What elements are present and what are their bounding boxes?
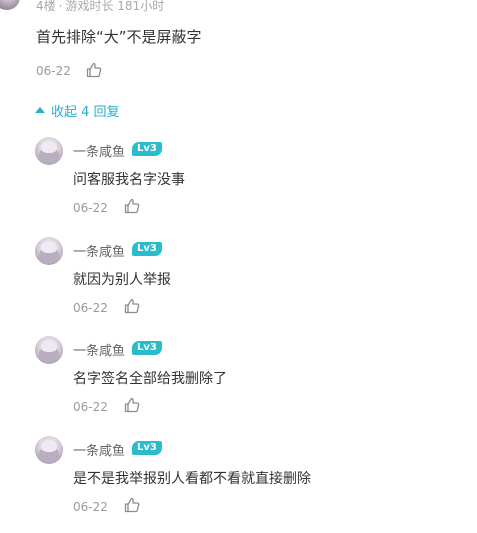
comment-text: 首先排除“大”不是屏蔽字 — [36, 28, 202, 46]
reply-item: 一条咸鱼 Lv3 问客服我名字没事 06-22 — [35, 137, 455, 227]
reply-date: 06-22 — [73, 301, 108, 315]
reply-item: 一条咸鱼 Lv3 名字签名全部给我删除了 06-22 — [35, 336, 455, 426]
reply-text: 问客服我名字没事 — [73, 172, 185, 188]
reply-text: 名字签名全部给我删除了 — [73, 371, 227, 387]
level-badge: Lv3 — [132, 142, 162, 156]
comment-date: 06-22 — [36, 64, 71, 78]
avatar[interactable] — [35, 137, 63, 165]
avatar[interactable] — [35, 436, 63, 464]
reply-date: 06-22 — [73, 500, 108, 514]
reply-date: 06-22 — [73, 400, 108, 414]
collapse-replies-button[interactable]: 收起 4 回复 — [35, 101, 120, 120]
avatar[interactable] — [35, 237, 63, 265]
thumbs-up-icon[interactable] — [124, 397, 140, 413]
username[interactable]: 一条咸鱼 — [73, 241, 125, 260]
collapse-label: 收起 4 回复 — [51, 105, 120, 120]
level-badge: Lv3 — [132, 242, 162, 256]
comment-meta: 4楼 · 游戏时长 181小时 — [36, 0, 164, 14]
avatar[interactable] — [35, 336, 63, 364]
reply-date: 06-22 — [73, 201, 108, 215]
thumbs-up-icon[interactable] — [124, 198, 140, 214]
thumbs-up-icon[interactable] — [86, 62, 102, 78]
reply-item: 一条咸鱼 Lv3 是不是我举报别人看都不看就直接删除 06-22 — [35, 436, 455, 526]
reply-text: 是不是我举报别人看都不看就直接删除 — [73, 471, 311, 487]
level-badge: Lv3 — [132, 341, 162, 355]
thumbs-up-icon[interactable] — [124, 298, 140, 314]
username[interactable]: 一条咸鱼 — [73, 340, 125, 359]
floor-number: 4楼 — [36, 0, 56, 13]
reply-item: 一条咸鱼 Lv3 就因为别人举报 06-22 — [35, 237, 455, 327]
reply-text: 就因为别人举报 — [73, 272, 171, 288]
level-badge: Lv3 — [132, 441, 162, 455]
triangle-up-icon — [35, 107, 45, 113]
avatar[interactable] — [0, 0, 20, 10]
username[interactable]: 一条咸鱼 — [73, 440, 125, 459]
separator: · — [58, 0, 63, 13]
playtime: 游戏时长 181小时 — [65, 0, 165, 13]
thumbs-up-icon[interactable] — [124, 497, 140, 513]
username[interactable]: 一条咸鱼 — [73, 141, 125, 160]
